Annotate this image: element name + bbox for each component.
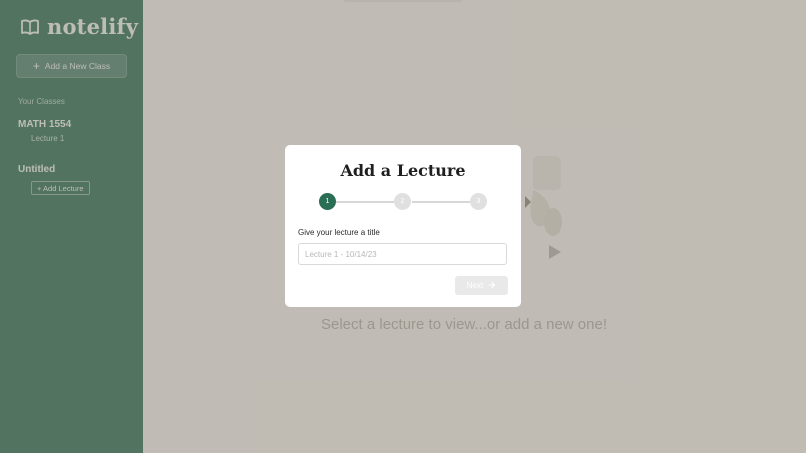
arrow-right-icon [488, 281, 496, 291]
add-lecture-modal: Add a Lecture 1 2 3 Give your lecture a … [285, 145, 521, 307]
next-button[interactable]: Next [455, 276, 508, 295]
lecture-title-label: Give your lecture a title [298, 228, 380, 237]
step-connector [412, 201, 470, 203]
step-progress: 1 2 3 [319, 193, 487, 211]
step-connector [336, 201, 394, 203]
modal-title: Add a Lecture [340, 161, 466, 180]
lecture-title-input[interactable] [298, 243, 507, 265]
step-3-indicator: 3 [470, 193, 487, 210]
next-label: Next [466, 281, 484, 290]
step-2-indicator: 2 [394, 193, 411, 210]
step-1-indicator: 1 [319, 193, 336, 210]
